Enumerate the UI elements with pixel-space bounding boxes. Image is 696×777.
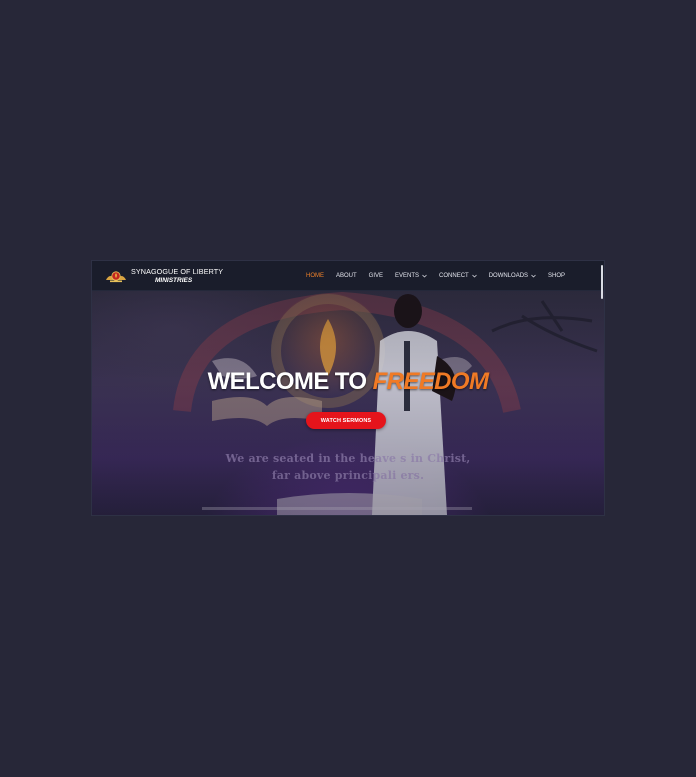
- nav-item-shop[interactable]: SHOP: [548, 273, 565, 279]
- hero-heading-accent: FREEDOM: [372, 368, 489, 395]
- main-menu: HOME ABOUT GIVE EVENTS CONNECT DOWNLOADS: [306, 261, 565, 290]
- nav-item-about[interactable]: ABOUT: [336, 273, 357, 279]
- nav-item-connect[interactable]: CONNECT: [439, 273, 477, 279]
- watch-sermons-button[interactable]: WATCH SERMONS: [306, 412, 386, 429]
- nav-item-label: DOWNLOADS: [488, 272, 529, 279]
- nav-item-label: EVENTS: [395, 272, 420, 279]
- top-navbar: SYNAGOGUE OF LIBERTY MINISTRIES HOME ABO…: [92, 261, 604, 291]
- nav-item-downloads[interactable]: DOWNLOADS: [489, 273, 536, 279]
- hero-verse-line-2: far above principali ers.: [271, 469, 425, 482]
- church-seal-icon: [106, 271, 126, 283]
- nav-item-give[interactable]: GIVE: [369, 273, 383, 279]
- nav-item-label: HOME: [306, 272, 324, 279]
- nav-item-label: ABOUT: [336, 272, 357, 279]
- brand-name: SYNAGOGUE OF LIBERTY MINISTRIES: [131, 266, 224, 285]
- nav-item-home[interactable]: HOME: [306, 273, 324, 279]
- chevron-down-icon: [471, 274, 477, 277]
- hero-banner: We are seated in the heave s in Christ, …: [92, 291, 604, 515]
- brand-title: SYNAGOGUE OF LIBERTY: [131, 266, 224, 276]
- nav-item-events[interactable]: EVENTS: [395, 273, 427, 279]
- website-viewport: SYNAGOGUE OF LIBERTY MINISTRIES HOME ABO…: [92, 261, 604, 515]
- scrollbar[interactable]: [601, 265, 603, 299]
- nav-item-label: SHOP: [548, 272, 566, 279]
- nav-item-label: CONNECT: [439, 272, 469, 279]
- nav-item-label: GIVE: [368, 272, 384, 279]
- hero-heading-main: WELCOME TO: [207, 368, 373, 395]
- hero-heading: WELCOME TO FREEDOM: [92, 368, 604, 396]
- hero-verse-line-1: We are seated in the heave s in Christ,: [225, 452, 471, 465]
- brand-subtitle: MINISTRIES: [155, 276, 193, 284]
- chevron-down-icon: [422, 274, 427, 277]
- brand-logo-link[interactable]: SYNAGOGUE OF LIBERTY MINISTRIES: [105, 265, 223, 287]
- chevron-down-icon: [531, 274, 536, 277]
